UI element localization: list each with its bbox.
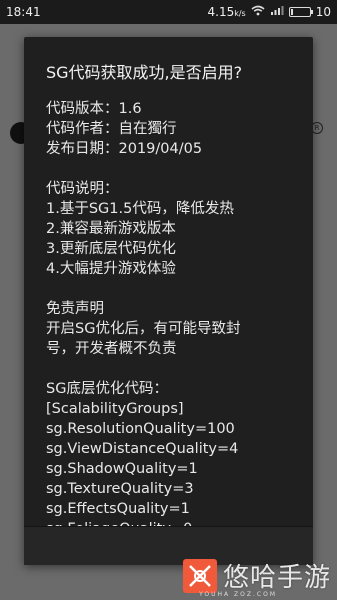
dialog-text-line: 发布日期：2019/04/05 (46, 141, 203, 157)
network-speed-unit: k/s (234, 9, 246, 18)
dialog: SG代码获取成功,是否启用? 代码版本：1.6 代码作者：自在獨行发布日期：201… (24, 37, 313, 565)
dialog-text-line: 3.更新底层代码优化 (46, 241, 176, 257)
status-bar: 18:41 4.15k/s 10 (0, 0, 337, 24)
battery-icon (288, 7, 313, 17)
network-speed: 4.15k/s (208, 5, 246, 19)
dialog-text-line: 1.基于SG1.5代码，降低发热 (46, 201, 234, 217)
dialog-text-line: 代码作者：自在獨行 (46, 121, 177, 137)
dialog-text-line: sg.ViewDistanceQuality=4 (46, 441, 239, 457)
dialog-title: SG代码获取成功,是否启用? (46, 63, 243, 82)
dialog-text-line: SG底层优化代码： (46, 381, 168, 397)
dialog-text-line: 开启SG优化后，有可能导致封 (46, 321, 241, 337)
dialog-body[interactable]: 代码版本：1.6 代码作者：自在獨行发布日期：2019/04/05 代码说明： 1.基… (46, 99, 306, 561)
dialog-text-line: 免责声明 (46, 301, 104, 317)
status-right: 4.15k/s 10 (208, 5, 332, 19)
dialog-text-line: [ScalabilityGroups] (46, 401, 184, 417)
dialog-text-line: sg.ResolutionQuality=100 (46, 421, 235, 437)
watermark-subtext: YOUHA ZOZ.COM (199, 591, 277, 598)
dialog-text-line: sg.TextureQuality=3 (46, 481, 194, 497)
status-time: 18:41 (6, 5, 41, 19)
dialog-text-line: 代码说明： (46, 181, 119, 197)
dialog-text-line: sg.EffectsQuality=1 (46, 501, 190, 517)
dialog-text-line: 号，开发者概不负责 (46, 341, 177, 357)
dialog-text-line: 代码版本：1.6 (46, 101, 142, 117)
watermark-logo-icon (182, 558, 217, 593)
network-speed-value: 4.15 (207, 5, 235, 19)
watermark: 悠哈手游 (182, 557, 331, 594)
watermark-text: 悠哈手游 (222, 563, 331, 593)
dialog-text-line: 2.兼容最新游戏版本 (46, 221, 176, 237)
dialog-text-line: sg.ShadowQuality=1 (46, 461, 198, 477)
battery-level: 10 (315, 5, 331, 19)
dialog-text-line: 4.大幅提升游戏体验 (46, 261, 176, 277)
wifi-icon (251, 5, 265, 19)
signal-icon (270, 5, 284, 19)
